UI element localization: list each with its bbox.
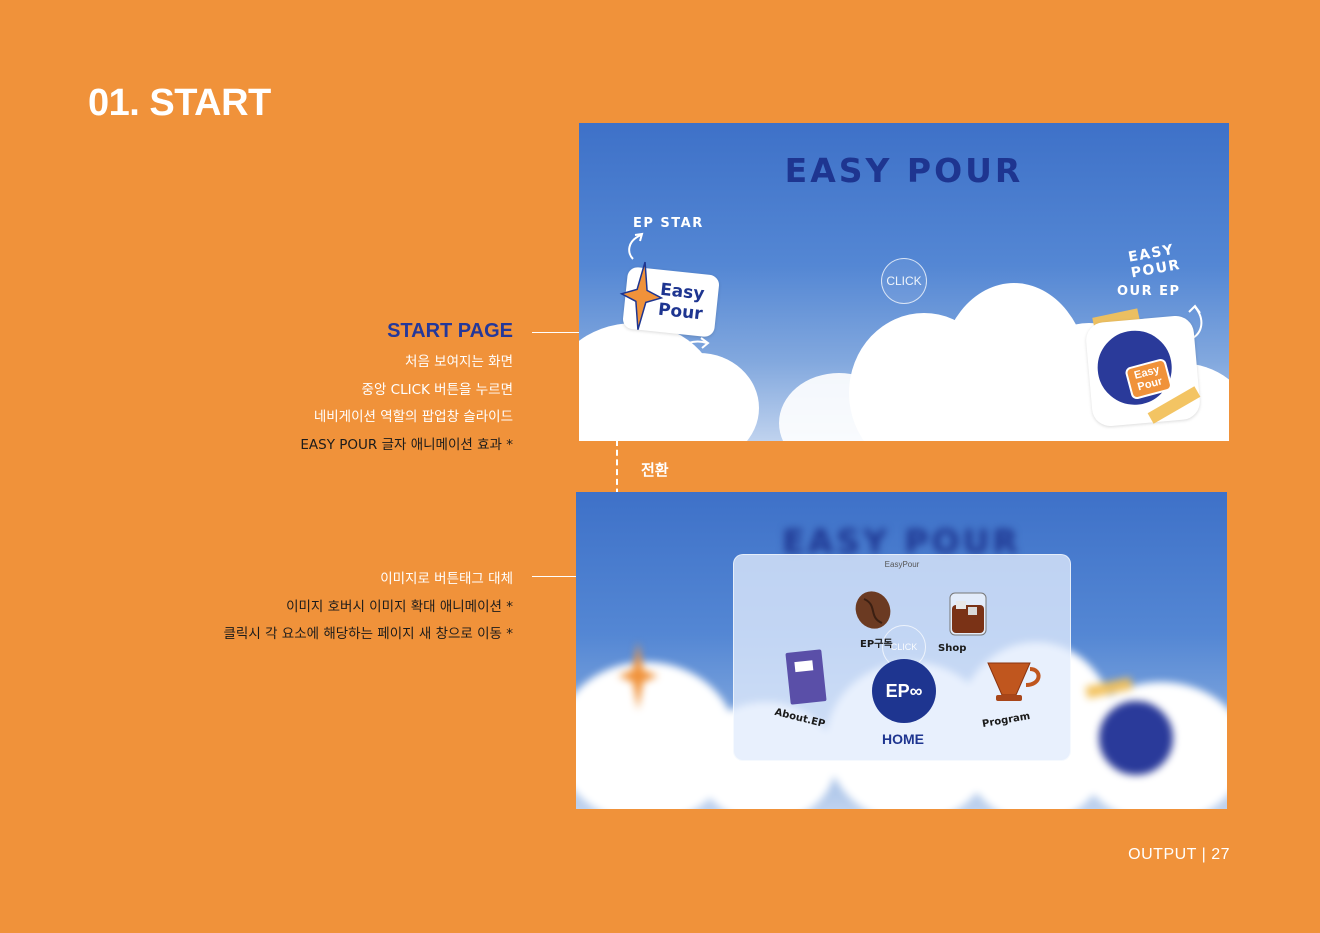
dripper-icon — [987, 662, 1041, 701]
page-footer: OUTPUT | 27 — [1128, 846, 1230, 863]
nav-home-button[interactable]: EP∞ HOME — [868, 659, 940, 751]
brand-title: EASY POUR — [784, 151, 1024, 190]
nav-about-label: About.EP — [773, 706, 827, 731]
copyright-text: Copyright 2024. easy pour reserved All — [587, 425, 745, 434]
sticker-text-pour: Pour — [657, 299, 704, 325]
popup-annotation-line-2: 이미지 호버시 이미지 확대 애니메이션 * — [286, 598, 513, 615]
start-page-screenshot: EASY POUR CLICK EP STAR Easy Pour ENJOY … — [579, 123, 1229, 441]
start-annotation-line-2: 중앙 CLICK 버튼을 누르면 — [361, 381, 513, 398]
click-button[interactable]: CLICK — [881, 258, 927, 304]
navigation-popup-screenshot: EASY POUR EasyPour CLICK EP구독 Shop About… — [576, 492, 1227, 809]
start-annotation-title: START PAGE — [387, 320, 513, 342]
start-annotation-line-3: 네비게이션 역할의 팝업창 슬라이드 — [313, 409, 513, 425]
start-annotation: START PAGE 처음 보여지는 화면 중앙 CLICK 버튼을 누르면 네… — [300, 320, 513, 459]
nav-shop-label: Shop — [938, 643, 967, 654]
nav-subscribe-label: EP구독 — [860, 639, 893, 650]
notebook-icon — [785, 649, 827, 705]
nav-program-button[interactable]: Program — [978, 655, 1050, 735]
popup-annotation-line-3: 클릭시 각 요소에 해당하는 페이지 새 창으로 이동 * — [223, 626, 513, 642]
nav-about-button[interactable]: About.EP — [773, 647, 844, 737]
start-annotation-line-1: 처음 보여지는 화면 — [405, 354, 513, 370]
start-annotation-line-4: EASY POUR 글자 애니메이션 효과 * — [300, 436, 513, 453]
iced-coffee-icon — [949, 592, 987, 636]
nav-program-label: Program — [981, 710, 1031, 731]
nav-subscribe-button[interactable]: EP구독 — [846, 589, 902, 653]
nav-shop-button[interactable]: Shop — [936, 587, 996, 655]
our-ep-label[interactable]: OUR EP — [1117, 284, 1181, 299]
transition-label: 전환 — [641, 461, 669, 479]
ep-star-label[interactable]: EP STAR — [633, 216, 704, 231]
page-title: 01. START — [88, 82, 271, 124]
nav-home-label: HOME — [882, 731, 924, 747]
easy-pour-script: EASY POUR — [1126, 241, 1183, 282]
star-sticker-icon — [618, 642, 658, 710]
navigation-popup: EasyPour CLICK EP구독 Shop About.EP EP∞ HO… — [733, 554, 1071, 761]
coffee-bean-icon — [855, 591, 891, 629]
ep-logo-icon — [1096, 698, 1176, 778]
arrow-curve-icon — [672, 337, 710, 356]
easy-pour-sticker[interactable]: Easy Pour — [619, 261, 720, 338]
popup-title: EasyPour — [884, 560, 920, 569]
ep-character-sticker[interactable]: Easy Pour — [1084, 314, 1202, 428]
popup-annotation: 이미지로 버튼태그 대체 이미지 호버시 이미지 확대 애니메이션 * 클릭시 … — [224, 566, 513, 649]
popup-annotation-line-1: 이미지로 버튼태그 대체 — [380, 571, 513, 587]
ep-logo-icon: EP∞ — [872, 659, 936, 723]
